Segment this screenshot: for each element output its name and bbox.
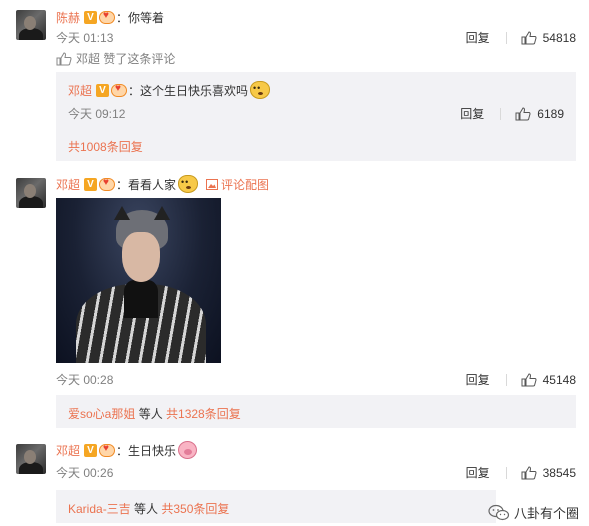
reply-time: 今天 09:12 (68, 107, 126, 121)
member-badge-icon (99, 177, 116, 191)
replies-summary-middle: 等人 (135, 407, 167, 421)
watermark: 八卦有个圈 (488, 503, 579, 522)
reply-text: ：这个生日快乐喜欢吗 (128, 83, 249, 98)
comment-text: ：你等着 (116, 11, 165, 25)
thumbs-up-icon (56, 51, 72, 65)
member-badge-icon (99, 10, 116, 24)
thumbs-up-icon[interactable] (521, 372, 537, 387)
liked-by-note: 邓超 赞了这条评论 (56, 50, 175, 67)
like-count: 38545 (542, 465, 576, 480)
comment-actions: 回复 38545 (466, 464, 576, 481)
username[interactable]: 陈赫 (56, 9, 80, 26)
reply-header: 邓超 V ：这个生日快乐喜欢吗 (68, 81, 271, 99)
replies-summary-middle: 等人 (130, 502, 162, 516)
wechat-icon (488, 504, 510, 520)
reply-button[interactable]: 回复 (466, 29, 490, 46)
like-count: 54818 (542, 30, 576, 45)
thumbs-up-icon[interactable] (521, 30, 537, 45)
dog-emoji-icon (250, 81, 271, 99)
photo-face (122, 232, 160, 282)
image-icon (206, 178, 219, 190)
reply-user-link[interactable]: 爱so心a那姐 (68, 407, 135, 421)
reply-button[interactable]: 回复 (460, 105, 484, 122)
comment-time: 今天 01:13 (56, 31, 114, 45)
reply-panel: 邓超 V ：这个生日快乐喜欢吗 今天 09:12 回复 6189 共1008条回… (56, 72, 576, 161)
comment-actions: 回复 54818 (466, 29, 576, 46)
liked-by-text: 邓超 赞了这条评论 (76, 52, 176, 66)
divider (500, 107, 502, 120)
member-badge-icon (99, 443, 116, 457)
avatar[interactable] (16, 178, 46, 208)
username[interactable]: 邓超 (56, 442, 80, 459)
comment-text: ：生日快乐 (116, 443, 177, 458)
divider (505, 373, 507, 386)
reply-user-link[interactable]: Karida-三吉 (68, 502, 131, 516)
verified-badge-icon: V (84, 177, 98, 191)
reply-actions: 回复 6189 (460, 105, 564, 122)
replies-summary-line: Karida-三吉 等人 共350条回复 (68, 500, 229, 517)
member-badge-icon (111, 83, 128, 97)
comment-actions: 回复 45148 (466, 371, 576, 388)
like-count: 45148 (542, 372, 576, 387)
comment-text: ：看看人家 (116, 177, 177, 192)
more-replies-link[interactable]: 共1328条回复 (166, 407, 241, 421)
divider (505, 31, 507, 44)
verified-badge-icon: V (96, 83, 110, 97)
replies-summary-line: 爱so心a那姐 等人 共1328条回复 (68, 405, 241, 422)
watermark-text: 八卦有个圈 (513, 506, 579, 521)
divider (505, 466, 507, 479)
reply-button[interactable]: 回复 (466, 464, 490, 481)
avatar[interactable] (16, 444, 46, 474)
comment-header: 陈赫 V ：你等着 (56, 9, 164, 26)
thumbs-up-icon[interactable] (521, 465, 537, 480)
pig-emoji-icon (178, 441, 198, 459)
photo-collar (124, 280, 158, 318)
verified-badge-icon: V (84, 443, 98, 457)
comment-header: 邓超 V ：看看人家 评论配图 (56, 175, 269, 193)
avatar[interactable] (16, 10, 46, 40)
more-replies-link[interactable]: 共1008条回复 (68, 140, 143, 154)
photo-ear-right (154, 206, 170, 220)
reply-button[interactable]: 回复 (466, 371, 490, 388)
thumbs-up-icon[interactable] (515, 106, 531, 121)
comment-time: 今天 00:28 (56, 373, 114, 387)
comment-time: 今天 00:26 (56, 466, 114, 480)
more-replies: 共1008条回复 (68, 138, 143, 155)
like-count: 6189 (537, 106, 564, 121)
replies-summary: 爱so心a那姐 等人 共1328条回复 (56, 395, 576, 428)
photo-ear-left (114, 206, 130, 220)
verified-badge-icon: V (84, 11, 98, 24)
username[interactable]: 邓超 (56, 176, 80, 193)
more-replies-link[interactable]: 共350条回复 (161, 502, 229, 516)
comment-image[interactable] (56, 198, 221, 363)
replies-summary: Karida-三吉 等人 共350条回复 (56, 490, 496, 523)
comment-header: 邓超 V ：生日快乐 (56, 441, 198, 459)
comment-image-link[interactable]: 评论配图 (221, 176, 269, 193)
dog-emoji-icon (178, 175, 199, 193)
username[interactable]: 邓超 (68, 82, 92, 99)
